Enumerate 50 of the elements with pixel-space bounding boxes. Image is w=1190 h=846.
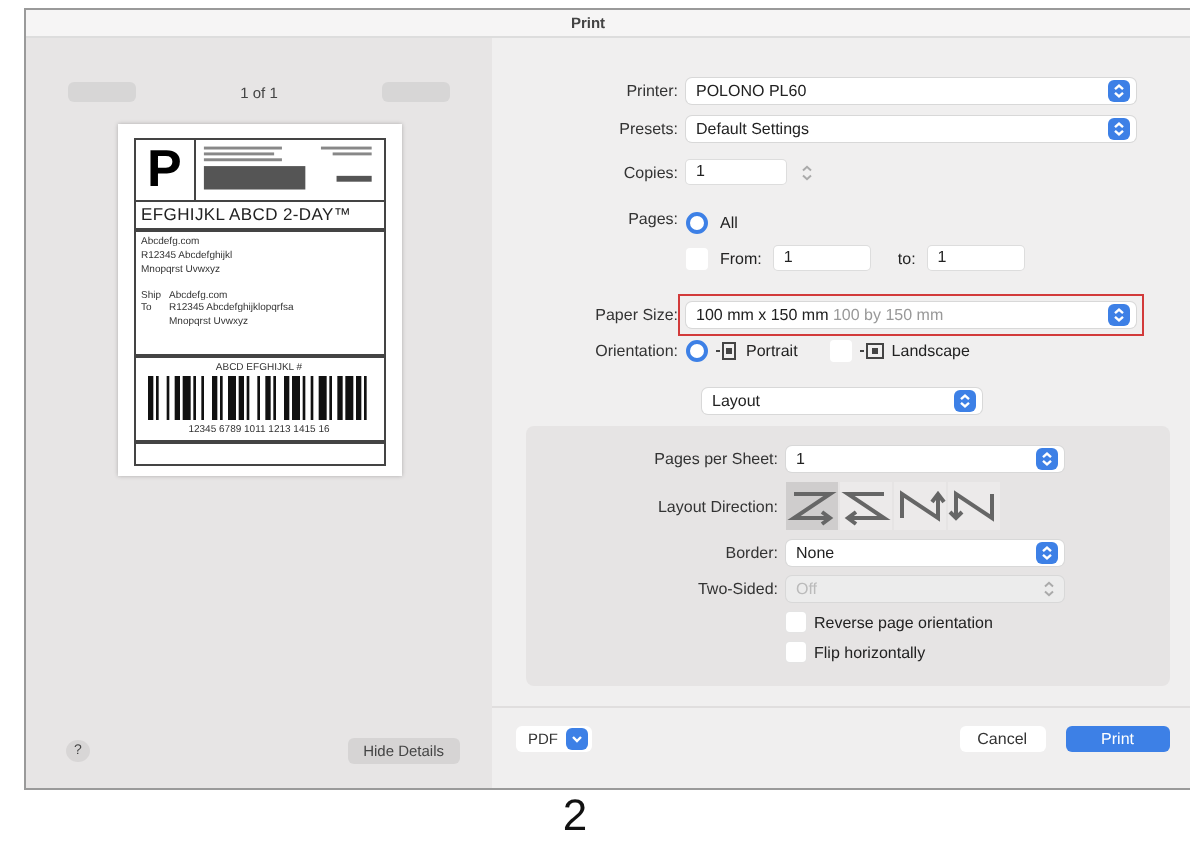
checkbox[interactable] xyxy=(786,612,806,632)
to-label: to: xyxy=(897,249,916,267)
portrait-page-icon xyxy=(716,342,738,360)
layout-direction-option[interactable] xyxy=(840,482,892,530)
checkbox-label: Flip horizontally xyxy=(814,643,926,661)
section-menu-select[interactable]: Layout xyxy=(702,388,982,414)
field-label: Border: xyxy=(723,544,778,562)
stepper-icon xyxy=(1108,80,1130,102)
orientation-option-label: Portrait xyxy=(746,342,798,360)
print-button[interactable]: Print xyxy=(1065,725,1170,751)
from-label: From: xyxy=(720,249,762,267)
cancel-button[interactable]: Cancel xyxy=(959,725,1046,751)
field-label: Paper Size: xyxy=(593,306,678,324)
radio-button[interactable] xyxy=(686,340,708,362)
presets-select[interactable]: Default Settings xyxy=(686,116,1136,142)
layout-direction-option[interactable] xyxy=(948,482,1000,530)
stepper-icon xyxy=(1040,578,1058,600)
field-label: Two-Sided: xyxy=(695,580,778,598)
paper-size-select[interactable]: 100 mm x 150 mm 100 by 150 mm xyxy=(686,302,1136,328)
field-label: Orientation: xyxy=(593,342,678,360)
layout-direction-option[interactable] xyxy=(894,482,946,530)
stepper-icon xyxy=(1108,118,1130,140)
to-page-field[interactable]: 1 xyxy=(927,246,1024,270)
checkbox[interactable] xyxy=(786,642,806,662)
printer-select[interactable]: POLONO PL60 xyxy=(686,78,1136,104)
orientation-option-label: Landscape xyxy=(891,342,970,360)
from-page-field[interactable]: 1 xyxy=(773,246,870,270)
field-label: Pages: xyxy=(626,209,678,227)
radio-button[interactable] xyxy=(686,212,708,234)
copies-stepper-icon xyxy=(798,161,816,183)
service-name: EFGHIJKL ABCD 2-DAY™ xyxy=(135,202,383,233)
field-label: Printer: xyxy=(624,82,678,100)
layout-direction-option[interactable] xyxy=(786,482,838,530)
landscape-page-icon xyxy=(859,342,884,360)
field-label: Copies: xyxy=(621,163,678,181)
service-letter: P xyxy=(135,140,196,200)
caption: 2 xyxy=(560,790,590,842)
stepper-icon xyxy=(954,390,976,412)
field-label: Pages per Sheet: xyxy=(652,450,778,468)
stepper-icon xyxy=(1036,542,1058,564)
field-label: Presets: xyxy=(617,120,678,138)
stepper-icon xyxy=(1036,448,1058,470)
pages-per-sheet-select[interactable]: 1 xyxy=(786,446,1064,472)
stepper-icon xyxy=(1108,304,1130,326)
field-label: Layout Direction: xyxy=(655,497,778,515)
radio-label: All xyxy=(720,214,738,232)
chevron-down-icon xyxy=(566,727,588,749)
copies-field[interactable]: 1 xyxy=(686,160,786,184)
checkbox-label: Reverse page orientation xyxy=(814,613,993,631)
border-select[interactable]: None xyxy=(786,540,1064,566)
